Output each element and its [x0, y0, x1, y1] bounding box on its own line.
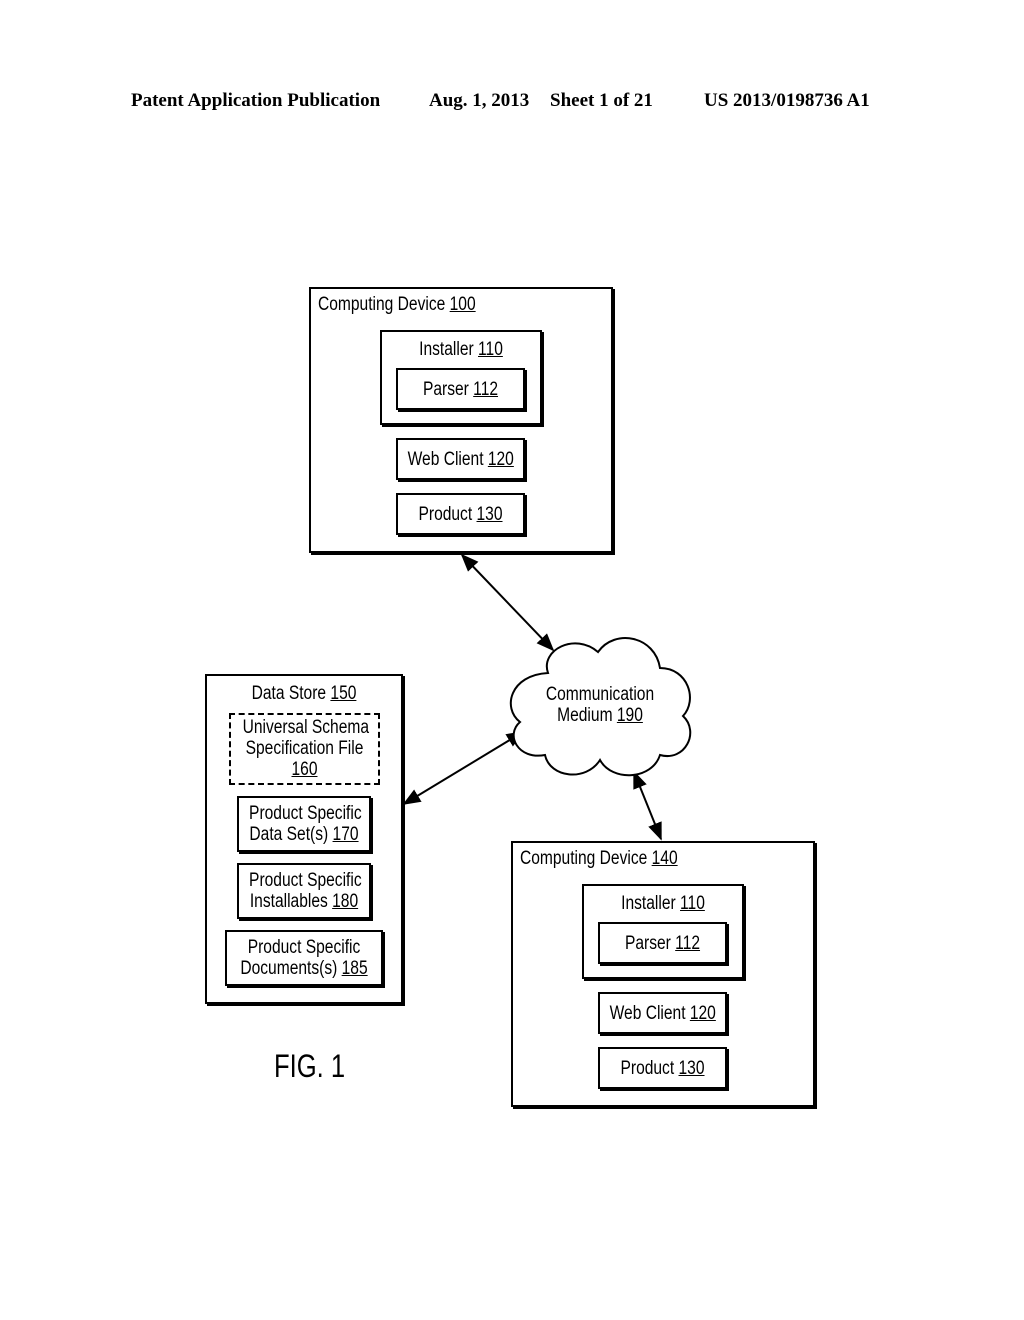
computing-device-100-label: Computing Device 100	[318, 294, 476, 315]
product-130-label-device140: Product 130	[620, 1058, 705, 1079]
product-installables-180-label: Product Specific Installables 180	[249, 870, 362, 912]
parser-112-label-device140: Parser 112	[624, 933, 701, 954]
communication-medium-190-label: Communication Medium 190	[545, 684, 655, 726]
product-datasets-170-label: Product Specific Data Set(s) 170	[249, 803, 362, 845]
installer-110-label: Installer 110	[419, 339, 503, 360]
arrow-cloud-device140	[633, 770, 662, 841]
web-client-120-label: Web Client 120	[407, 449, 514, 470]
installer-110-label-device140: Installer 110	[621, 893, 705, 914]
arrow-datastore-cloud	[402, 731, 525, 805]
arrow-device100-cloud	[460, 553, 555, 652]
figure-label: FIG. 1	[274, 1048, 346, 1084]
data-store-150-label: Data Store 150	[251, 683, 357, 704]
computing-device-140-label: Computing Device 140	[520, 848, 678, 869]
parser-112-label: Parser 112	[422, 379, 499, 400]
connectors	[402, 553, 692, 841]
web-client-120-label-device140: Web Client 120	[609, 1003, 716, 1024]
product-130-label: Product 130	[418, 504, 503, 525]
product-documents-185-label: Product Specific Documents(s) 185	[240, 937, 368, 979]
universal-schema-file-160-label: Universal Schema Specification File 160	[242, 717, 370, 780]
